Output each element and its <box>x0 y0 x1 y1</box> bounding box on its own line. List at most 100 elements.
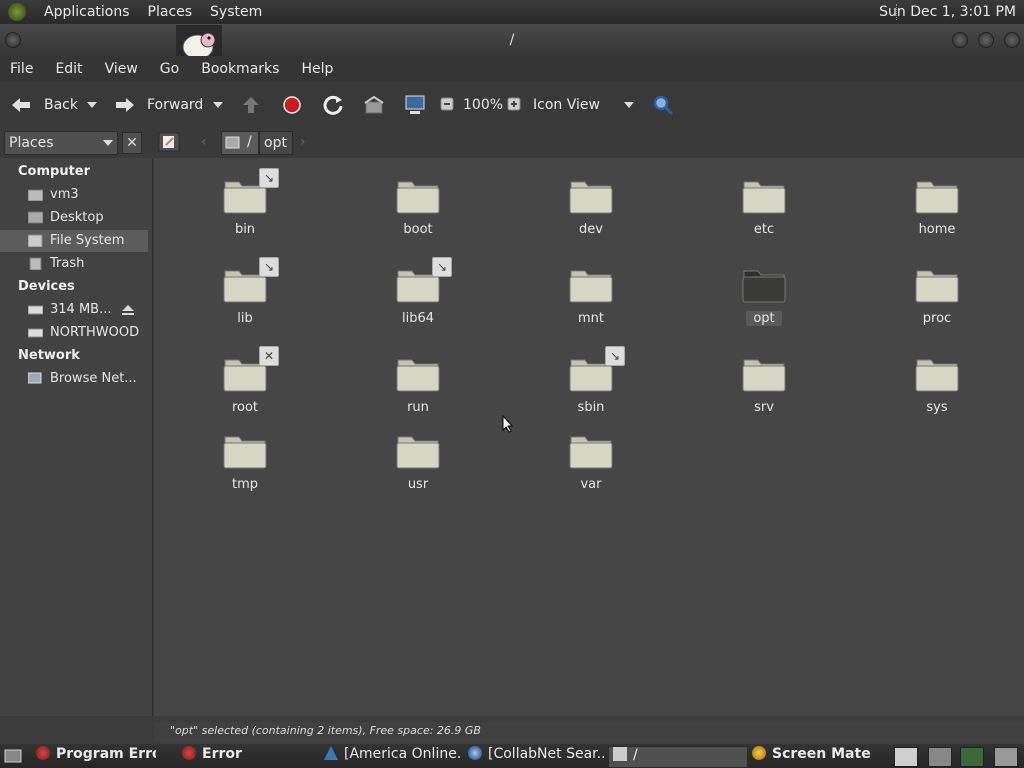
tray-monitor-icon[interactable] <box>960 747 984 767</box>
sidebar-type-select[interactable]: Places <box>4 131 118 155</box>
sidebar-item-browse-network[interactable]: Browse Net... <box>0 368 148 390</box>
sidebar-item-northwood[interactable]: NORTHWOOD <box>0 322 148 344</box>
folder-item-root[interactable]: ✕ root <box>195 346 295 426</box>
tray-workspace-icon[interactable] <box>994 747 1018 767</box>
path-scroll-left-icon[interactable]: ‹ <box>201 134 207 150</box>
sidebar: Computer vm3 Desktop File System Trash D… <box>0 158 153 716</box>
sidebar-item-filesystem[interactable]: File System <box>0 230 148 252</box>
symlink-emblem-icon: ↘ <box>432 257 452 277</box>
folder-item-sbin[interactable]: ↘ sbin <box>541 346 641 426</box>
eject-icon[interactable] <box>121 304 135 316</box>
harddisk-icon <box>28 234 43 247</box>
back-history-dropdown[interactable] <box>87 102 97 108</box>
folder-item-srv[interactable]: srv <box>714 346 814 426</box>
menu-view[interactable]: View <box>105 61 138 77</box>
forward-button[interactable]: Forward <box>147 97 203 113</box>
menu-edit[interactable]: Edit <box>55 61 82 77</box>
minimize-button[interactable] <box>952 32 968 48</box>
show-desktop-icon[interactable] <box>4 748 22 764</box>
tray-window-icon[interactable] <box>928 747 952 767</box>
status-text: "opt" selected (containing 2 items), Fre… <box>170 724 481 737</box>
folder-item-lib64[interactable]: ↘ lib64 <box>368 257 468 337</box>
folder-item-lib[interactable]: ↘ lib <box>195 257 295 337</box>
folder-item-sys[interactable]: sys <box>887 346 987 426</box>
taskbar-screen-mate[interactable]: Screen Mate <box>752 746 888 766</box>
folder-item-opt[interactable]: opt <box>714 257 814 337</box>
maximize-button[interactable] <box>978 32 994 48</box>
path-button-opt[interactable]: opt <box>259 131 293 155</box>
folder-icon <box>742 270 786 303</box>
close-button[interactable] <box>1004 32 1020 48</box>
window-title: / <box>509 32 515 48</box>
home-icon[interactable] <box>364 96 384 114</box>
folder-item-var[interactable]: var <box>541 423 641 503</box>
folder-name: home <box>918 222 956 237</box>
folder-icon <box>915 270 959 303</box>
folder-item-mnt[interactable]: mnt <box>541 257 641 337</box>
folder-icon <box>396 359 440 392</box>
menu-help[interactable]: Help <box>301 61 333 77</box>
taskbar-collabnet[interactable]: [CollabNet Sear... <box>468 746 604 766</box>
folder-item-proc[interactable]: proc <box>887 257 987 337</box>
folder-item-tmp[interactable]: tmp <box>195 423 295 503</box>
forward-arrow-icon[interactable] <box>114 95 136 115</box>
trash-icon <box>29 257 42 270</box>
view-mode-select[interactable]: Icon View <box>533 97 600 113</box>
path-scroll-right-icon[interactable]: › <box>300 134 306 150</box>
close-sidebar-button[interactable]: ✕ <box>122 132 142 154</box>
search-icon[interactable] <box>652 94 674 116</box>
folder-icon <box>396 436 440 469</box>
taskbar-error[interactable]: Error <box>182 746 302 766</box>
menu-go[interactable]: Go <box>160 61 179 77</box>
zoom-in-icon[interactable] <box>507 97 521 111</box>
clock[interactable]: Sun Dec 1, 3:01 PM <box>879 4 1016 20</box>
sidebar-item-trash[interactable]: Trash <box>0 253 148 275</box>
folder-name: mnt <box>578 311 604 326</box>
folder-item-home[interactable]: home <box>887 168 987 248</box>
network-icon <box>28 372 42 384</box>
taskbar-program-error[interactable]: Program Error <box>36 746 156 766</box>
error-icon <box>182 746 196 760</box>
folder-icon <box>396 181 440 214</box>
folder-item-run[interactable]: run <box>368 346 468 426</box>
folder-item-dev[interactable]: dev <box>541 168 641 248</box>
view-mode-dropdown-icon[interactable] <box>624 102 634 108</box>
sidebar-item-usb-drive[interactable]: 314 MB... <box>0 299 148 321</box>
gnome-foot-icon[interactable] <box>8 3 26 21</box>
folder-item-etc[interactable]: etc <box>714 168 814 248</box>
sidebar-item-desktop[interactable]: Desktop <box>0 207 148 229</box>
sidebar-item-vm3[interactable]: vm3 <box>0 184 148 206</box>
folder-item-usr[interactable]: usr <box>368 423 468 503</box>
places-menu[interactable]: Places <box>148 4 193 20</box>
sidebar-type-label: Places <box>9 135 54 151</box>
desktop-icon <box>28 211 43 224</box>
sidebar-heading-network: Network <box>18 348 80 363</box>
tray-sheep-icon[interactable] <box>894 747 918 767</box>
system-menu[interactable]: System <box>210 4 262 20</box>
computer-icon[interactable] <box>404 94 426 116</box>
menu-bar: File Edit View Go Bookmarks Help <box>0 56 1024 82</box>
drive-icon <box>28 328 43 338</box>
back-button[interactable]: Back <box>44 97 78 113</box>
applications-menu[interactable]: Applications <box>44 4 130 20</box>
back-arrow-icon[interactable] <box>10 95 32 115</box>
up-arrow-icon[interactable] <box>242 95 260 115</box>
menu-file[interactable]: File <box>10 61 33 77</box>
error-icon <box>36 746 50 760</box>
menu-bookmarks[interactable]: Bookmarks <box>201 61 279 77</box>
browser-icon <box>468 746 482 760</box>
symlink-emblem-icon: ↘ <box>259 257 279 277</box>
zoom-level[interactable]: 100% <box>463 97 503 113</box>
folder-name: lib64 <box>401 311 435 326</box>
forward-history-dropdown[interactable] <box>213 102 223 108</box>
reload-icon[interactable] <box>322 94 344 116</box>
folder-item-bin[interactable]: ↘ bin <box>195 168 295 248</box>
taskbar-america-online[interactable]: [America Online... <box>324 746 460 766</box>
path-button-root[interactable]: / <box>221 131 259 155</box>
zoom-out-icon[interactable] <box>440 97 454 111</box>
stop-icon[interactable] <box>282 95 302 115</box>
folder-item-boot[interactable]: boot <box>368 168 468 248</box>
edit-location-icon[interactable] <box>158 132 180 152</box>
taskbar-file-browser[interactable]: / <box>608 746 748 768</box>
folder-name: root <box>231 400 259 415</box>
